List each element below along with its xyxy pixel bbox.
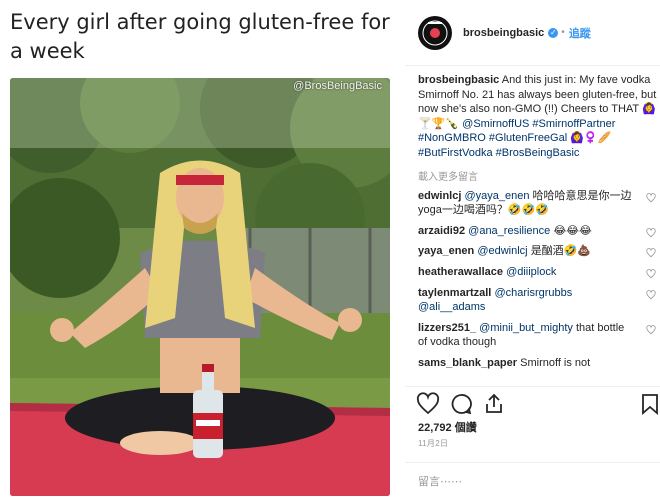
heart-icon[interactable]	[416, 392, 440, 416]
comment-username[interactable]: arzaidi92	[418, 225, 465, 237]
load-more-comments-link[interactable]: 載入更多留言	[418, 168, 658, 183]
separator-dot: •	[561, 27, 565, 38]
comment-heart-icon[interactable]	[646, 227, 656, 238]
comment-heart-icon[interactable]	[646, 324, 656, 335]
comment-text: 是酗酒🤣💩	[530, 245, 592, 258]
bros-logo-icon	[419, 16, 451, 49]
comment-item: arzaidi92 @ana_resilience 😂😂😂	[418, 224, 658, 239]
likes-count[interactable]: 22,792 個讚	[418, 419, 477, 435]
comment-heart-icon[interactable]	[646, 269, 656, 279]
verified-badge-icon: ✓	[548, 27, 559, 38]
post-header: brosbeingbasic ✓ • 追蹤	[405, 0, 660, 66]
comment-mention[interactable]: @minii_but_mighty	[479, 322, 573, 334]
comment-heart-icon[interactable]	[646, 248, 656, 258]
post-panel: brosbeingbasic ✓ • 追蹤 brosbeingbasic And…	[405, 0, 660, 497]
caption-username[interactable]: brosbeingbasic	[418, 74, 499, 86]
comment-text: Smirnoff is not	[520, 356, 591, 369]
post-date[interactable]: 11月2日	[418, 438, 448, 449]
comment-item: heatherawallace @diiiplock	[418, 265, 658, 280]
comment-username[interactable]: yaya_enen	[418, 245, 474, 257]
comment-mention[interactable]: @yaya_enen	[464, 190, 529, 202]
yoga-photo-illustration	[10, 78, 390, 496]
comment-item: sams_blank_paper Smirnoff is not	[418, 356, 658, 371]
comment-mention[interactable]: @ana_resilience	[468, 225, 550, 237]
comment-username[interactable]: taylenmartzall	[418, 287, 491, 299]
post-caption: brosbeingbasic And this just in: My fave…	[418, 73, 658, 161]
comment-item: yaya_enen @edwinlcj 是酗酒🤣💩	[418, 244, 658, 259]
comment-heart-icon[interactable]	[646, 192, 656, 203]
comment-username[interactable]: lizzers251_	[418, 322, 476, 334]
comment-item: edwinlcj @yaya_enen 哈哈哈意思是你一边yoga一边喝酒吗？🤣…	[418, 189, 658, 218]
bookmark-icon[interactable]	[638, 392, 660, 416]
comment-username[interactable]: edwinlcj	[418, 190, 461, 202]
avatar[interactable]	[418, 15, 452, 50]
action-bar	[405, 386, 660, 420]
share-icon[interactable]	[482, 392, 506, 416]
comment-icon[interactable]	[449, 392, 473, 416]
photo-watermark: @BrosBeingBasic	[293, 80, 382, 92]
post-photo[interactable]: @BrosBeingBasic	[10, 78, 390, 496]
follow-button[interactable]: 追蹤	[569, 25, 591, 41]
header-username[interactable]: brosbeingbasic	[463, 27, 544, 39]
comment-username[interactable]: sams_blank_paper	[418, 357, 517, 369]
comment-mention[interactable]: @edwinlcj	[477, 245, 527, 257]
comment-item: taylenmartzall @charisrgrubbs @ali__adam…	[418, 286, 658, 315]
comment-input[interactable]: 留言⋯⋯	[405, 462, 660, 497]
comment-item: lizzers251_ @minii_but_mighty that bottl…	[418, 321, 658, 350]
meme-caption: Every girl after going gluten-free for a…	[10, 10, 390, 63]
comment-username[interactable]: heatherawallace	[418, 266, 503, 278]
comment-heart-icon[interactable]	[646, 289, 656, 300]
comment-mention[interactable]: @diiiplock	[506, 266, 556, 278]
comments-section[interactable]: brosbeingbasic And this just in: My fave…	[418, 73, 658, 381]
comment-text: 😂😂😂	[553, 224, 592, 237]
